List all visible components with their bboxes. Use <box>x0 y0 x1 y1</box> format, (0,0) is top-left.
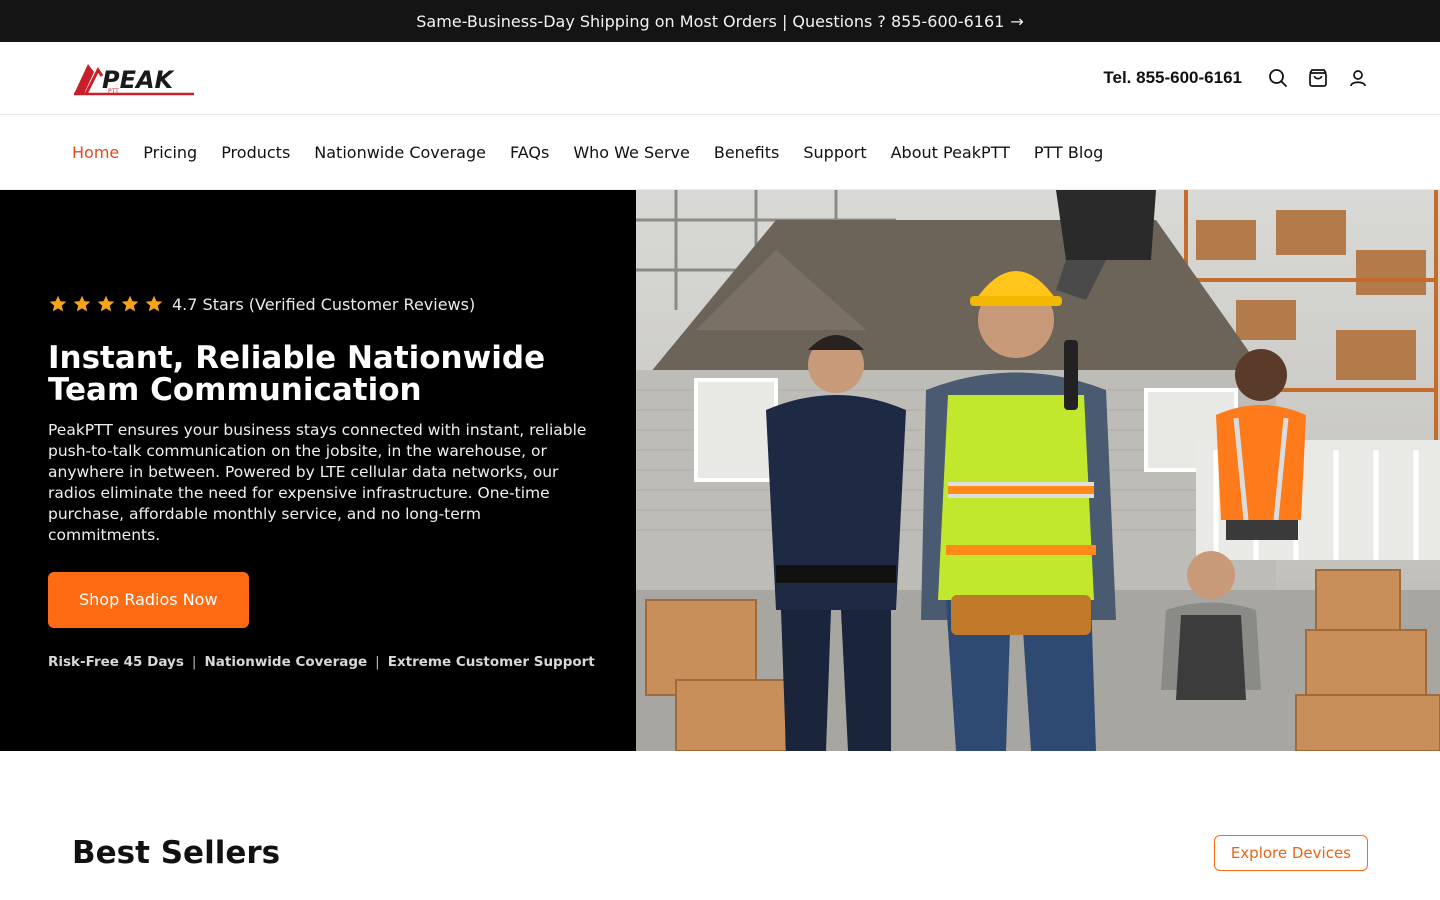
nav-faqs[interactable]: FAQs <box>510 143 549 162</box>
logo-link[interactable]: PEAK PTT <box>72 58 196 98</box>
logo-subtext: PTT <box>108 88 119 95</box>
nav-ptt-blog[interactable]: PTT Blog <box>1034 143 1103 162</box>
main-nav: Home Pricing Products Nationwide Coverag… <box>0 115 1440 190</box>
benefit-risk-free: Risk-Free 45 Days <box>48 654 184 670</box>
hero-content: 4.7 Stars (Verified Customer Reviews) In… <box>0 190 636 751</box>
cart-icon[interactable] <box>1308 68 1328 88</box>
benefit-divider: | <box>375 654 380 670</box>
star-icon <box>97 295 115 312</box>
arrow-right-icon: → <box>1010 11 1024 31</box>
hero-benefits: Risk-Free 45 Days | Nationwide Coverage … <box>48 654 636 670</box>
best-sellers-section: Best Sellers Explore Devices <box>0 751 1440 871</box>
announcement-text: Same-Business-Day Shipping on Most Order… <box>416 11 1005 31</box>
rating-row: 4.7 Stars (Verified Customer Reviews) <box>48 294 636 314</box>
header-phone[interactable]: Tel. 855-600-6161 <box>1103 68 1242 88</box>
rating-text: 4.7 Stars (Verified Customer Reviews) <box>172 294 476 314</box>
star-rating <box>48 294 164 314</box>
star-icon <box>73 295 91 312</box>
shop-radios-button[interactable]: Shop Radios Now <box>48 572 249 628</box>
nav-support[interactable]: Support <box>803 143 866 162</box>
search-icon[interactable] <box>1268 68 1288 88</box>
nav-home[interactable]: Home <box>72 143 119 162</box>
account-icon[interactable] <box>1348 68 1368 88</box>
nav-nationwide-coverage[interactable]: Nationwide Coverage <box>314 143 486 162</box>
hero-image <box>636 190 1440 751</box>
star-icon <box>121 295 139 312</box>
nav-about[interactable]: About PeakPTT <box>891 143 1010 162</box>
nav-products[interactable]: Products <box>221 143 290 162</box>
explore-devices-button[interactable]: Explore Devices <box>1213 835 1368 871</box>
hero-title: Instant, Reliable Nationwide Team Commun… <box>48 340 546 408</box>
benefit-divider: | <box>191 654 197 670</box>
header-actions: Tel. 855-600-6161 <box>1103 68 1368 88</box>
site-header: PEAK PTT Tel. 855-600-6161 <box>0 42 1440 115</box>
hero-description: PeakPTT ensures your business stays conn… <box>48 421 587 544</box>
benefit-coverage: Nationwide Coverage <box>204 654 368 670</box>
star-icon <box>49 295 67 312</box>
star-icon <box>145 295 163 312</box>
nav-pricing[interactable]: Pricing <box>143 143 197 162</box>
nav-who-we-serve[interactable]: Who We Serve <box>573 143 690 162</box>
best-sellers-title: Best Sellers <box>72 835 281 871</box>
announcement-bar: Same-Business-Day Shipping on Most Order… <box>0 0 1440 42</box>
hero-section: 4.7 Stars (Verified Customer Reviews) In… <box>0 190 1440 751</box>
nav-benefits[interactable]: Benefits <box>714 143 780 162</box>
peakptt-logo: PEAK PTT <box>74 64 194 96</box>
benefit-support: Extreme Customer Support <box>387 654 595 670</box>
announcement-link[interactable]: Same-Business-Day Shipping on Most Order… <box>416 12 1023 31</box>
workers-photo <box>636 190 1440 751</box>
